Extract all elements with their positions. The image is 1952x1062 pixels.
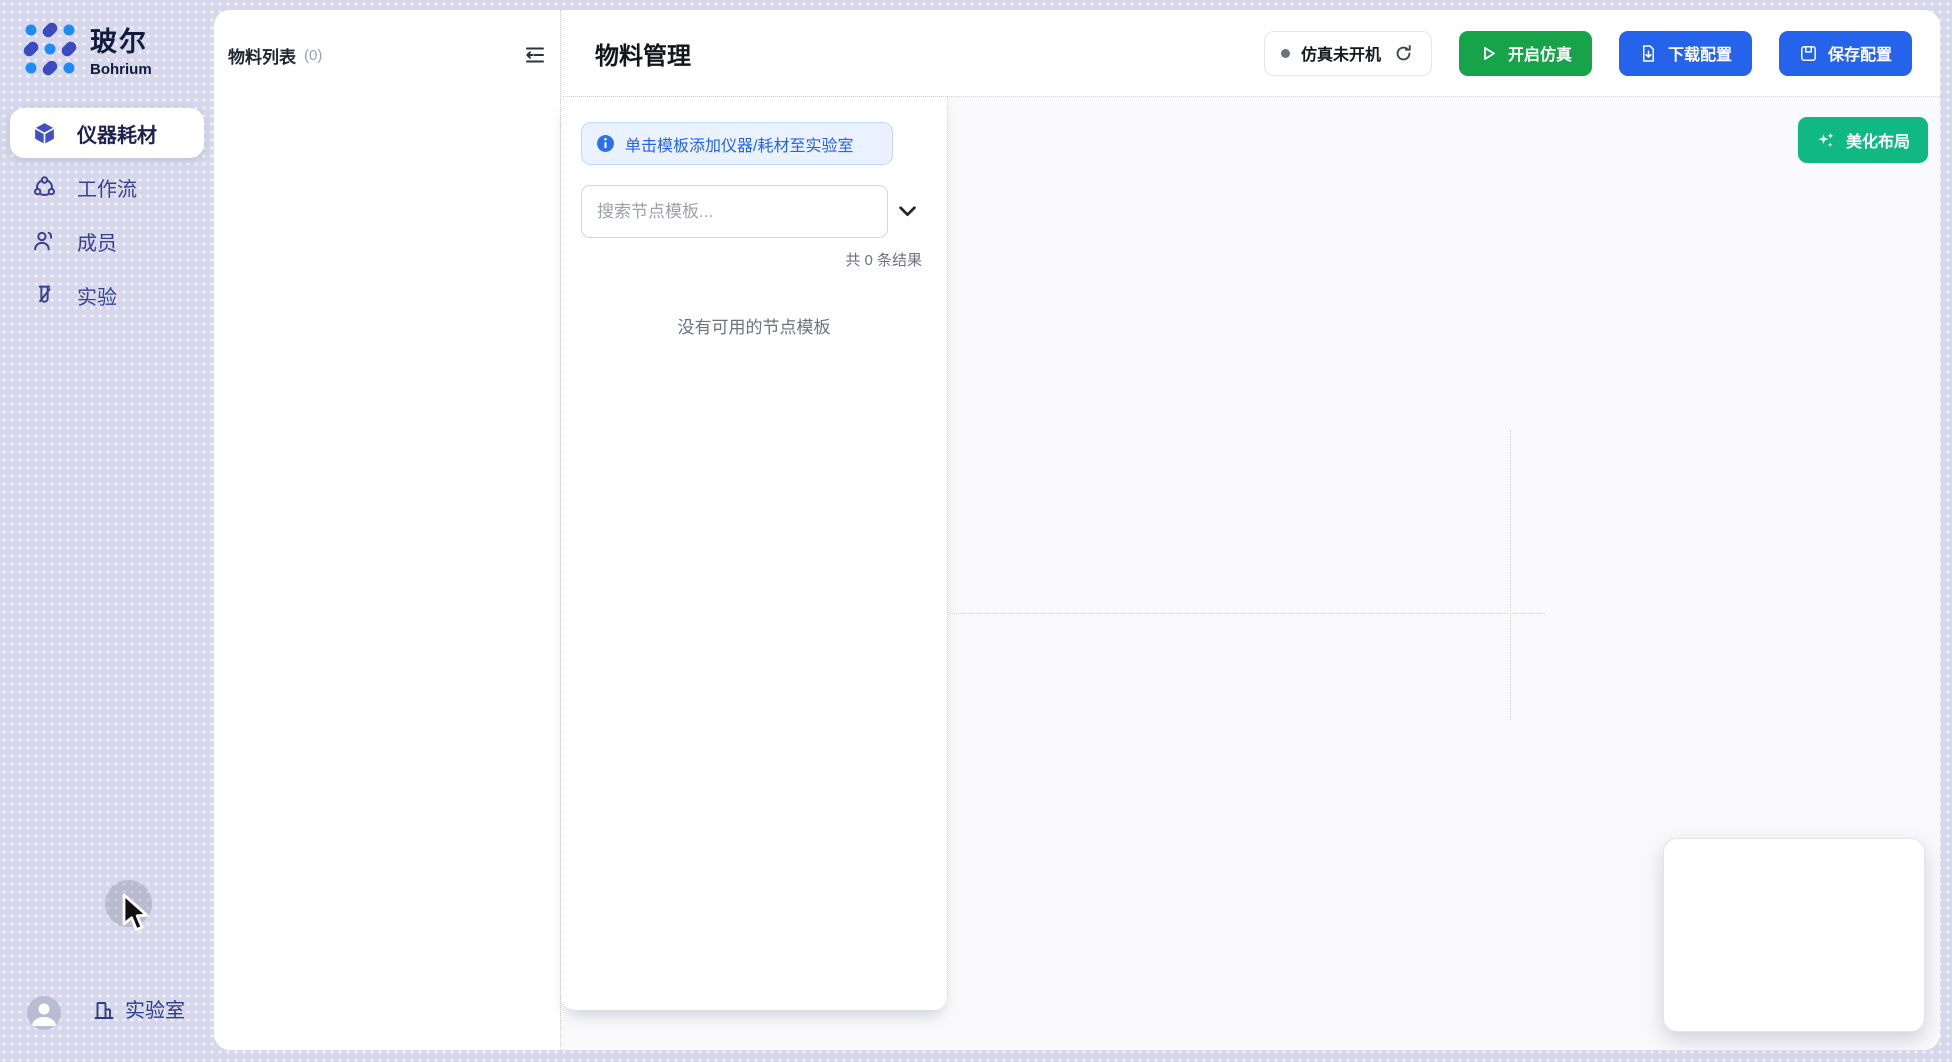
brand-subtitle: Bohrium: [90, 61, 152, 78]
simulation-status-pill: 仿真未开机: [1264, 31, 1432, 76]
info-icon: [596, 134, 615, 153]
simulation-status-text: 仿真未开机: [1301, 41, 1381, 65]
sidebar: 玻尔 Bohrium 仪器耗材 工作流: [0, 0, 214, 1062]
sidebar-item-workflow[interactable]: 工作流: [10, 162, 204, 212]
canvas-guide-line-horizontal: [950, 613, 1545, 614]
bohrium-logo-icon: [22, 21, 78, 77]
result-count: 共 0 条结果: [845, 249, 922, 270]
materials-list-panel: 物料列表 (0): [214, 10, 561, 1050]
beautify-layout-button[interactable]: 美化布局: [1798, 117, 1928, 163]
outdent-icon: [523, 43, 547, 67]
members-icon: [32, 229, 57, 254]
avatar[interactable]: [27, 996, 61, 1030]
status-dot-icon: [1281, 49, 1290, 58]
cube-icon: [32, 121, 57, 146]
materials-list-count: (0): [304, 47, 322, 64]
template-search-row: [581, 185, 928, 238]
page-title: 物料管理: [595, 36, 691, 71]
empty-state-text: 没有可用的节点模板: [561, 313, 947, 338]
file-download-icon: [1639, 44, 1658, 63]
save-config-label: 保存配置: [1828, 41, 1892, 65]
canvas-minimap[interactable]: [1663, 838, 1925, 1032]
sidebar-item-experiments[interactable]: 实验: [10, 270, 204, 320]
start-simulation-label: 开启仿真: [1508, 41, 1572, 65]
materials-list-title: 物料列表: [228, 43, 296, 68]
chevron-down-icon: [899, 206, 916, 217]
sidebar-footer: 实验室: [0, 994, 214, 1034]
sidebar-nav: 仪器耗材 工作流 成员 实验: [0, 104, 214, 324]
save-config-button[interactable]: 保存配置: [1779, 31, 1912, 76]
sparkles-icon: [1816, 130, 1836, 150]
search-input[interactable]: [581, 185, 888, 238]
sidebar-item-members[interactable]: 成员: [10, 216, 204, 266]
refresh-icon: [1394, 44, 1413, 63]
node-template-panel: 单击模板添加仪器/耗材至实验室 共 0 条结果 没有可用的节点模板: [561, 97, 948, 1010]
brand-logo: 玻尔 Bohrium: [22, 20, 152, 78]
refresh-status-button[interactable]: [1392, 42, 1415, 65]
start-simulation-button[interactable]: 开启仿真: [1459, 31, 1592, 76]
play-icon: [1479, 44, 1498, 63]
brand-name: 玻尔: [90, 20, 152, 59]
beautify-layout-label: 美化布局: [1846, 128, 1910, 152]
lab-label: 实验室: [125, 994, 185, 1023]
save-icon: [1799, 44, 1818, 63]
main-card: 物料列表 (0) 物料管理 仿真未开机: [214, 10, 1940, 1050]
page-header: 物料管理 仿真未开机 开启仿真: [561, 10, 1940, 97]
collapse-panel-button[interactable]: [520, 40, 550, 70]
sidebar-item-label: 工作流: [77, 173, 137, 202]
mouse-cursor: [118, 893, 156, 935]
workflow-icon: [32, 175, 57, 200]
test-tube-icon: [32, 283, 57, 308]
building-icon: [92, 996, 116, 1022]
info-banner: 单击模板添加仪器/耗材至实验室: [581, 122, 893, 165]
expand-filters-button[interactable]: [899, 206, 916, 217]
sidebar-item-lab[interactable]: 实验室: [92, 994, 185, 1023]
info-banner-text: 单击模板添加仪器/耗材至实验室: [625, 132, 853, 156]
download-config-label: 下载配置: [1668, 41, 1732, 65]
download-config-button[interactable]: 下载配置: [1619, 31, 1752, 76]
sidebar-item-label: 成员: [77, 227, 117, 256]
content-area: 物料管理 仿真未开机 开启仿真: [561, 10, 1940, 1050]
canvas-guide-line-vertical: [1510, 430, 1511, 720]
materials-panel-header: 物料列表 (0): [228, 40, 550, 70]
flow-canvas[interactable]: 单击模板添加仪器/耗材至实验室 共 0 条结果 没有可用的节点模板: [561, 97, 1940, 1050]
avatar-person-icon: [27, 996, 61, 1030]
sidebar-item-label: 仪器耗材: [77, 119, 157, 148]
header-actions: 仿真未开机 开启仿真: [1264, 31, 1912, 76]
sidebar-item-instruments[interactable]: 仪器耗材: [10, 108, 204, 158]
sidebar-item-label: 实验: [77, 281, 117, 310]
